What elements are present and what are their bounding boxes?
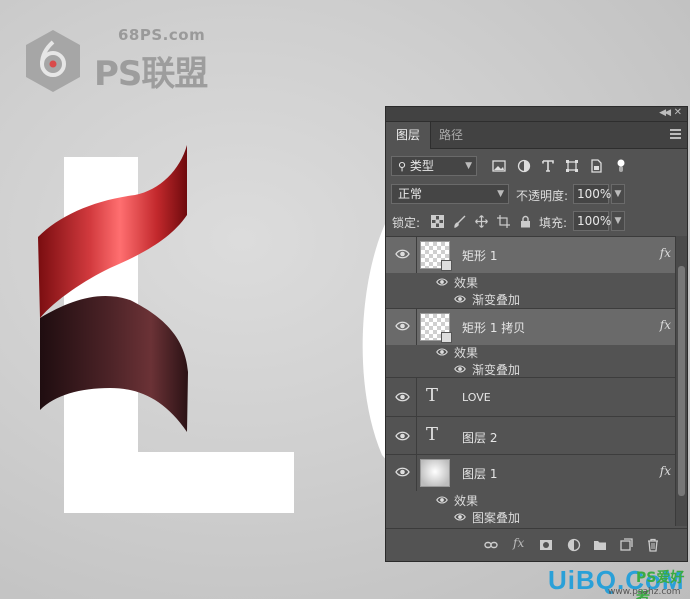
- eye-visibility-icon[interactable]: [395, 391, 410, 403]
- trash-icon[interactable]: [646, 538, 660, 552]
- fx-icon[interactable]: fx: [660, 464, 671, 478]
- effects-label: 效果: [454, 346, 479, 360]
- filter-row: ⚲ 类型 ▼: [386, 154, 687, 180]
- layer-thumbnail: [420, 313, 452, 343]
- layer-row[interactable]: 矩形 1 fx 效果 渐变叠加: [386, 237, 675, 309]
- layer-row[interactable]: 图层 1 fx 效果 图案叠加: [386, 455, 675, 526]
- eye-visibility-icon[interactable]: [436, 347, 448, 357]
- effect-name: 图案叠加: [472, 511, 521, 525]
- filter-kind-select[interactable]: ⚲ 类型 ▼: [391, 156, 477, 176]
- blend-mode-value: 正常: [398, 187, 423, 201]
- text-layer-icon: T: [426, 424, 439, 445]
- effects-label: 效果: [454, 494, 479, 508]
- opacity-input[interactable]: 100%: [573, 184, 611, 204]
- eye-visibility-icon[interactable]: [436, 277, 448, 287]
- effect-item[interactable]: 图案叠加: [386, 508, 675, 526]
- eye-visibility-icon[interactable]: [395, 466, 410, 478]
- new-layer-icon[interactable]: [619, 538, 633, 552]
- watermark-brand: PS联盟: [94, 54, 208, 94]
- layer-main[interactable]: T LOVE: [386, 378, 675, 417]
- layers-bottom-toolbar: fx: [386, 528, 687, 561]
- eye-visibility-icon[interactable]: [395, 430, 410, 442]
- chevron-down-icon: ▼: [465, 161, 472, 171]
- layer-main[interactable]: T 图层 2: [386, 417, 675, 455]
- layer-name[interactable]: 矩形 1 拷贝: [462, 319, 525, 336]
- layers-panel: ◀◀ ✕ 图层 路径 ⚲ 类型 ▼ 正常 ▼ 不透明度: 100% ▼ 锁定:: [385, 106, 688, 562]
- collapse-icon[interactable]: ◀◀: [659, 108, 671, 118]
- panel-menu-icon[interactable]: [670, 129, 681, 139]
- layer-main[interactable]: 图层 1 fx: [386, 455, 675, 491]
- adjustment-icon[interactable]: [567, 538, 581, 552]
- group-folder-icon[interactable]: [593, 538, 607, 552]
- watermark-domain: 68PS.com: [118, 26, 206, 44]
- blend-mode-select[interactable]: 正常 ▼: [391, 184, 509, 204]
- link-layers-icon[interactable]: [484, 538, 498, 552]
- opacity-dropdown[interactable]: ▼: [611, 184, 625, 204]
- chevron-down-icon: ▼: [497, 189, 504, 199]
- eye-visibility-icon[interactable]: [395, 248, 410, 260]
- lock-position-move-icon[interactable]: [475, 215, 488, 228]
- eye-visibility-icon[interactable]: [454, 512, 466, 522]
- lock-artboard-icon[interactable]: [497, 215, 510, 228]
- layer-name[interactable]: LOVE: [462, 391, 491, 404]
- panel-title-bar: ◀◀ ✕: [386, 107, 687, 122]
- blend-row: 正常 ▼ 不透明度: 100% ▼: [386, 182, 687, 208]
- effects-label: 效果: [454, 276, 479, 290]
- hexagon-logo-icon: [26, 30, 80, 92]
- search-icon: ⚲: [398, 160, 407, 173]
- effect-item[interactable]: 渐变叠加: [386, 290, 675, 309]
- lock-all-icon[interactable]: [519, 215, 532, 228]
- eye-visibility-icon[interactable]: [454, 294, 466, 304]
- mask-icon[interactable]: [539, 538, 553, 552]
- layer-row[interactable]: T LOVE: [386, 378, 675, 417]
- filter-toggle-icon[interactable]: [616, 159, 626, 173]
- layer-row[interactable]: 矩形 1 拷贝 fx 效果 渐变叠加: [386, 309, 675, 378]
- fx-icon[interactable]: fx: [660, 246, 671, 260]
- tab-layers[interactable]: 图层: [386, 122, 432, 149]
- effect-name: 渐变叠加: [472, 293, 521, 307]
- layer-row[interactable]: T 图层 2: [386, 417, 675, 455]
- fx-icon[interactable]: fx: [660, 318, 671, 332]
- watermark-logo: 68PS.com PS联盟: [22, 20, 212, 100]
- effect-item[interactable]: 渐变叠加: [386, 360, 675, 379]
- lock-transparency-icon[interactable]: [431, 215, 444, 228]
- panel-tabs: 图层 路径: [386, 122, 687, 149]
- layer-thumbnail: [420, 241, 452, 271]
- footer-watermark: UiBQ.CoM PS爱好者 www.psahz.com: [548, 565, 688, 599]
- type-filter-icon[interactable]: [541, 159, 555, 173]
- opacity-label: 不透明度:: [516, 189, 569, 203]
- lock-label: 锁定:: [392, 216, 421, 230]
- filter-kind-label: 类型: [409, 159, 434, 173]
- fx-icon[interactable]: fx: [513, 536, 527, 550]
- layer-thumbnail: [420, 459, 450, 487]
- footer-url: www.psahz.com: [608, 587, 681, 597]
- layer-name[interactable]: 图层 1: [462, 465, 497, 482]
- lock-pixels-brush-icon[interactable]: [453, 215, 466, 228]
- lock-row: 锁定: 填充: 100% ▼: [386, 209, 687, 235]
- layer-main[interactable]: 矩形 1 fx: [386, 237, 675, 273]
- fill-label: 填充:: [539, 216, 568, 230]
- layer-name[interactable]: 图层 2: [462, 429, 497, 446]
- shape-badge-icon: [441, 260, 452, 271]
- fill-input[interactable]: 100%: [573, 211, 611, 231]
- text-layer-icon: T: [426, 385, 439, 406]
- eye-visibility-icon[interactable]: [436, 495, 448, 505]
- layer-main[interactable]: 矩形 1 拷贝 fx: [386, 309, 675, 345]
- image-filter-icon[interactable]: [492, 159, 506, 173]
- shape-filter-icon[interactable]: [565, 159, 579, 173]
- effect-name: 渐变叠加: [472, 363, 521, 377]
- layer-name[interactable]: 矩形 1: [462, 247, 497, 264]
- layers-list: 矩形 1 fx 效果 渐变叠加 矩形 1 拷贝 fx 效果 渐变叠加 T LOV…: [386, 236, 675, 526]
- eye-visibility-icon[interactable]: [395, 320, 410, 332]
- scroll-thumb[interactable]: [678, 266, 685, 496]
- tab-paths[interactable]: 路径: [429, 122, 473, 149]
- adjustment-filter-icon[interactable]: [517, 159, 531, 173]
- layers-scrollbar[interactable]: [675, 236, 687, 526]
- shape-badge-icon: [441, 332, 452, 343]
- eye-visibility-icon[interactable]: [454, 364, 466, 374]
- close-icon[interactable]: ✕: [674, 107, 682, 118]
- fill-dropdown[interactable]: ▼: [611, 211, 625, 231]
- smart-object-filter-icon[interactable]: [589, 159, 603, 173]
